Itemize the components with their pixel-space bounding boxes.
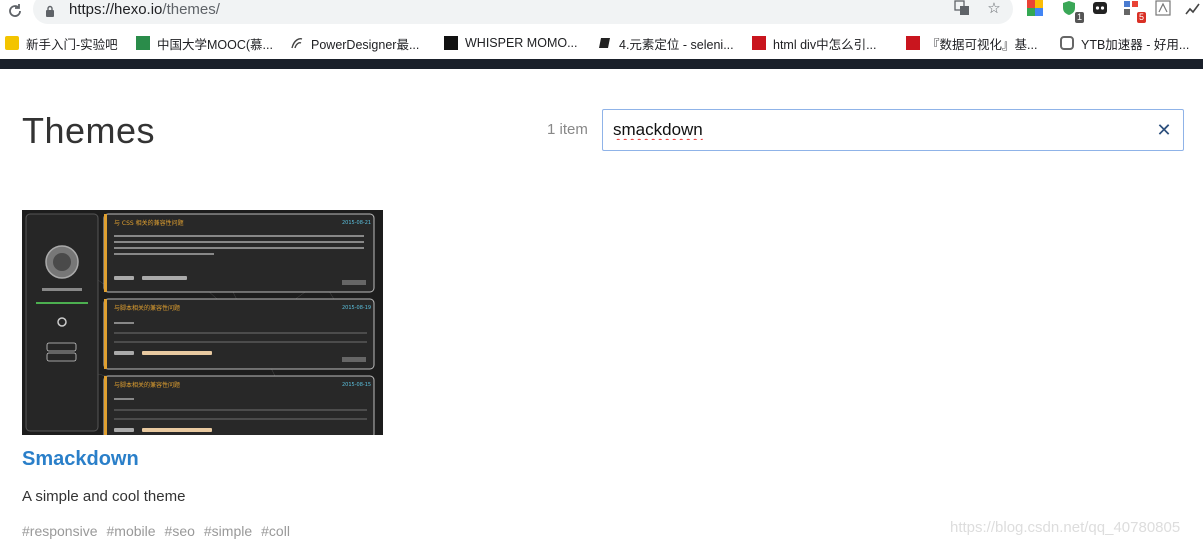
pdf-extension-icon[interactable] — [1155, 0, 1175, 20]
csdn-icon — [906, 36, 920, 50]
translate-icon[interactable] — [953, 0, 971, 18]
shield-extension-icon[interactable]: 1 — [1061, 0, 1084, 23]
search-box[interactable]: ✕ — [602, 109, 1184, 151]
shiyanba-icon — [5, 36, 19, 50]
chart-extension-icon[interactable] — [1185, 0, 1203, 20]
watermark: https://blog.csdn.net/qq_40780805 — [950, 519, 1181, 536]
bookmark-label: 『数据可视化』基... — [927, 37, 1038, 52]
theme-card[interactable]: 与 CSS 相关的兼容性问题 2015-08-21 与脚本相关的兼容性问题 20… — [22, 210, 383, 435]
toolbar: https://hexo.io/themes/ ☆ 1 5 — [0, 0, 1203, 24]
preview-post-title: 与脚本相关的兼容性问题 — [114, 381, 180, 389]
theme-preview-graphic: 与 CSS 相关的兼容性问题 2015-08-21 与脚本相关的兼容性问题 20… — [22, 210, 383, 435]
tag-link[interactable]: #coll — [261, 523, 290, 539]
url-text[interactable]: https://hexo.io/themes/ — [69, 1, 220, 18]
bookmark-item[interactable]: WHISPER MOMO... — [444, 33, 578, 53]
clear-search-icon[interactable]: ✕ — [1155, 120, 1173, 140]
tag-link[interactable]: #mobile — [107, 523, 156, 539]
book-icon — [598, 36, 612, 50]
bookmark-item[interactable]: html div中怎么引... — [752, 33, 877, 53]
theme-preview-image[interactable]: 与 CSS 相关的兼容性问题 2015-08-21 与脚本相关的兼容性问题 20… — [22, 210, 383, 435]
browser-chrome: https://hexo.io/themes/ ☆ 1 5 新手入门-实验吧 中… — [0, 0, 1203, 69]
ytb-icon — [1060, 36, 1074, 50]
theme-tags: #responsive #mobile #seo #simple #coll — [22, 523, 290, 539]
site-header-bar — [0, 59, 1203, 69]
extension-badge: 5 — [1136, 12, 1146, 23]
bookmark-item[interactable]: YTB加速器 - 好用... — [1060, 33, 1189, 53]
whisper-icon — [444, 36, 458, 50]
tag-link[interactable]: #responsive — [22, 523, 98, 539]
puzzle-extension-icon[interactable]: 5 — [1123, 0, 1146, 23]
powerdesigner-icon — [290, 36, 304, 50]
bookmark-item[interactable]: 新手入门-实验吧 — [5, 33, 118, 53]
bookmark-item[interactable]: 4.元素定位 - seleni... — [598, 33, 734, 53]
tag-link[interactable]: #seo — [165, 523, 195, 539]
preview-post-date: 2015-08-21 — [342, 220, 371, 226]
csdn-icon — [752, 36, 766, 50]
reload-icon[interactable] — [6, 2, 24, 20]
preview-post-date: 2015-08-19 — [342, 305, 371, 311]
bookmark-label: 4.元素定位 - seleni... — [619, 37, 734, 52]
bookmarks-bar: 新手入门-实验吧 中国大学MOOC(慕... PowerDesigner最...… — [0, 29, 1203, 57]
ghost-extension-icon[interactable] — [1092, 0, 1112, 20]
bookmark-item[interactable]: 『数据可视化』基... — [906, 33, 1037, 53]
result-count: 1 item — [547, 121, 588, 138]
preview-post-title: 与脚本相关的兼容性问题 — [114, 304, 180, 312]
theme-name-link[interactable]: Smackdown — [22, 448, 139, 471]
bookmark-item[interactable]: 中国大学MOOC(慕... — [136, 33, 273, 53]
bookmark-label: YTB加速器 - 好用... — [1081, 37, 1190, 52]
lock-icon — [45, 4, 55, 17]
tag-link[interactable]: #simple — [204, 523, 252, 539]
bookmark-label: html div中怎么引... — [773, 37, 877, 52]
url-path: /themes/ — [162, 1, 220, 18]
preview-post-title: 与 CSS 相关的兼容性问题 — [114, 219, 184, 227]
star-icon[interactable]: ☆ — [985, 0, 1003, 18]
search-input[interactable] — [613, 118, 1133, 142]
bookmark-label: WHISPER MOMO... — [465, 36, 578, 50]
bookmark-label: PowerDesigner最... — [311, 37, 420, 52]
bookmark-label: 中国大学MOOC(慕... — [157, 37, 273, 52]
page-title: Themes — [22, 110, 156, 151]
bookmark-label: 新手入门-实验吧 — [26, 37, 118, 52]
bookmark-item[interactable]: PowerDesigner最... — [290, 33, 419, 53]
preview-post-date: 2015-08-15 — [342, 382, 371, 388]
url-host: https://hexo.io — [69, 1, 163, 18]
rainbow-extension-icon[interactable] — [1027, 0, 1047, 20]
mooc-icon — [136, 36, 150, 50]
address-bar[interactable]: https://hexo.io/themes/ ☆ — [33, 0, 1013, 24]
extension-badge: 1 — [1074, 12, 1084, 23]
theme-description: A simple and cool theme — [22, 488, 186, 505]
